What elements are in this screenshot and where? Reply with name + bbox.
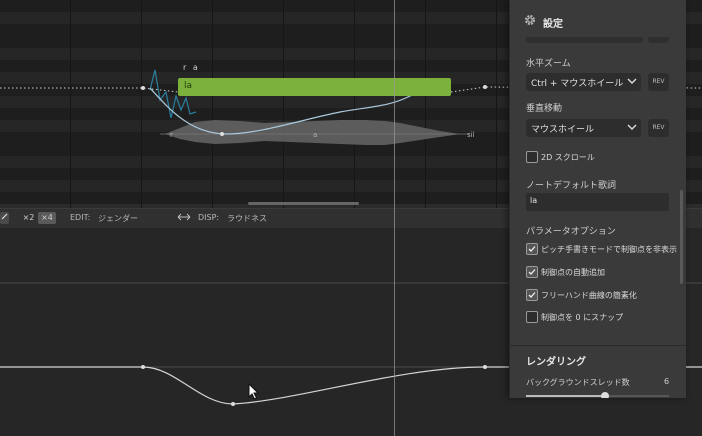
phoneme-label[interactable]: sil <box>467 131 475 139</box>
rendering-title: レンダリング <box>526 357 586 368</box>
default-lyric-label: ノートデフォルト歌詞 <box>526 181 617 191</box>
settings-scrollbar[interactable] <box>680 190 683 284</box>
auto-add-control-points-checkbox[interactable] <box>526 266 538 278</box>
chevron-down-icon <box>627 124 637 130</box>
simplify-freehand-checkbox[interactable] <box>526 289 538 301</box>
parameter-control-point <box>483 365 487 369</box>
phoneme-label[interactable]: a <box>313 131 317 139</box>
dropdown-value: マウスホイール <box>531 125 595 135</box>
snap-to-zero-checkbox[interactable] <box>526 311 538 323</box>
snap-to-zero-label: 制御点を 0 にスナップ <box>541 313 624 322</box>
auto-add-control-points-label: 制御点の自動追加 <box>541 268 605 277</box>
note-phoneme-label: r a <box>183 63 200 72</box>
parameter-control-point <box>141 365 145 369</box>
vertical-move-dropdown[interactable]: マウスホイール <box>526 119 641 137</box>
tool-icon[interactable] <box>0 212 9 224</box>
zoom-x2-button[interactable]: ×2 <box>20 212 37 224</box>
clipped-control <box>526 37 643 43</box>
hide-control-points-checkbox[interactable] <box>526 243 538 255</box>
checkmark-icon <box>528 246 536 252</box>
default-lyric-value: la <box>530 196 538 205</box>
horizontal-scrollbar[interactable] <box>248 202 359 205</box>
simplify-freehand-label: フリーハンド曲線の簡素化 <box>541 291 637 300</box>
phoneme-label[interactable]: r <box>170 131 173 139</box>
checkmark-icon <box>528 292 536 298</box>
edit-label: EDIT: <box>70 213 91 222</box>
horizontal-zoom-dropdown[interactable]: Ctrl + マウスホイール <box>526 73 641 91</box>
background-threads-label: バックグラウンドスレッド数 <box>526 378 630 387</box>
section-divider <box>510 345 686 346</box>
settings-header: 設定 <box>510 0 686 40</box>
parameter-control-point <box>231 402 235 406</box>
scroll-2d-label: 2D スクロール <box>541 153 595 162</box>
zoom-x4-button[interactable]: ×4 <box>38 212 56 224</box>
gear-icon <box>525 15 535 25</box>
disp-label: DISP: <box>198 213 220 222</box>
horizontal-zoom-rev-button[interactable]: REV <box>648 73 669 91</box>
slider-knob[interactable] <box>600 392 609 398</box>
clipped-control <box>648 37 669 43</box>
settings-title: 設定 <box>543 19 563 30</box>
default-lyric-input[interactable]: la <box>526 193 669 211</box>
hide-control-points-label: ピッチ手書きモードで制御点を非表示 <box>541 245 677 254</box>
control-point <box>141 86 145 90</box>
vertical-move-rev-button[interactable]: REV <box>648 119 669 137</box>
chevron-down-icon <box>627 78 637 84</box>
scroll-2d-checkbox[interactable] <box>526 151 538 163</box>
settings-panel: 設定 水平ズーム Ctrl + マウスホイール REV 垂直移動 マウスホイール… <box>509 0 686 398</box>
slider-fill <box>526 395 605 397</box>
background-threads-value: 6 <box>664 377 670 386</box>
checkmark-icon <box>528 269 536 275</box>
vertical-move-label: 垂直移動 <box>526 104 563 114</box>
dropdown-value: Ctrl + マウスホイール <box>531 79 624 89</box>
control-point <box>483 85 487 89</box>
swap-arrows-icon[interactable] <box>177 212 191 224</box>
mouse-cursor-icon <box>248 383 260 400</box>
display-parameter-select[interactable]: ラウドネス <box>227 213 267 224</box>
parameter-options-label: パラメータオプション <box>526 227 616 237</box>
edit-parameter-select[interactable]: ジェンダー <box>98 213 138 224</box>
playhead[interactable] <box>394 0 395 436</box>
note-block[interactable]: la <box>178 78 451 96</box>
control-point <box>220 132 224 136</box>
background-threads-slider[interactable] <box>526 392 669 398</box>
note-lyric: la <box>184 81 193 91</box>
horizontal-zoom-label: 水平ズーム <box>526 59 571 69</box>
